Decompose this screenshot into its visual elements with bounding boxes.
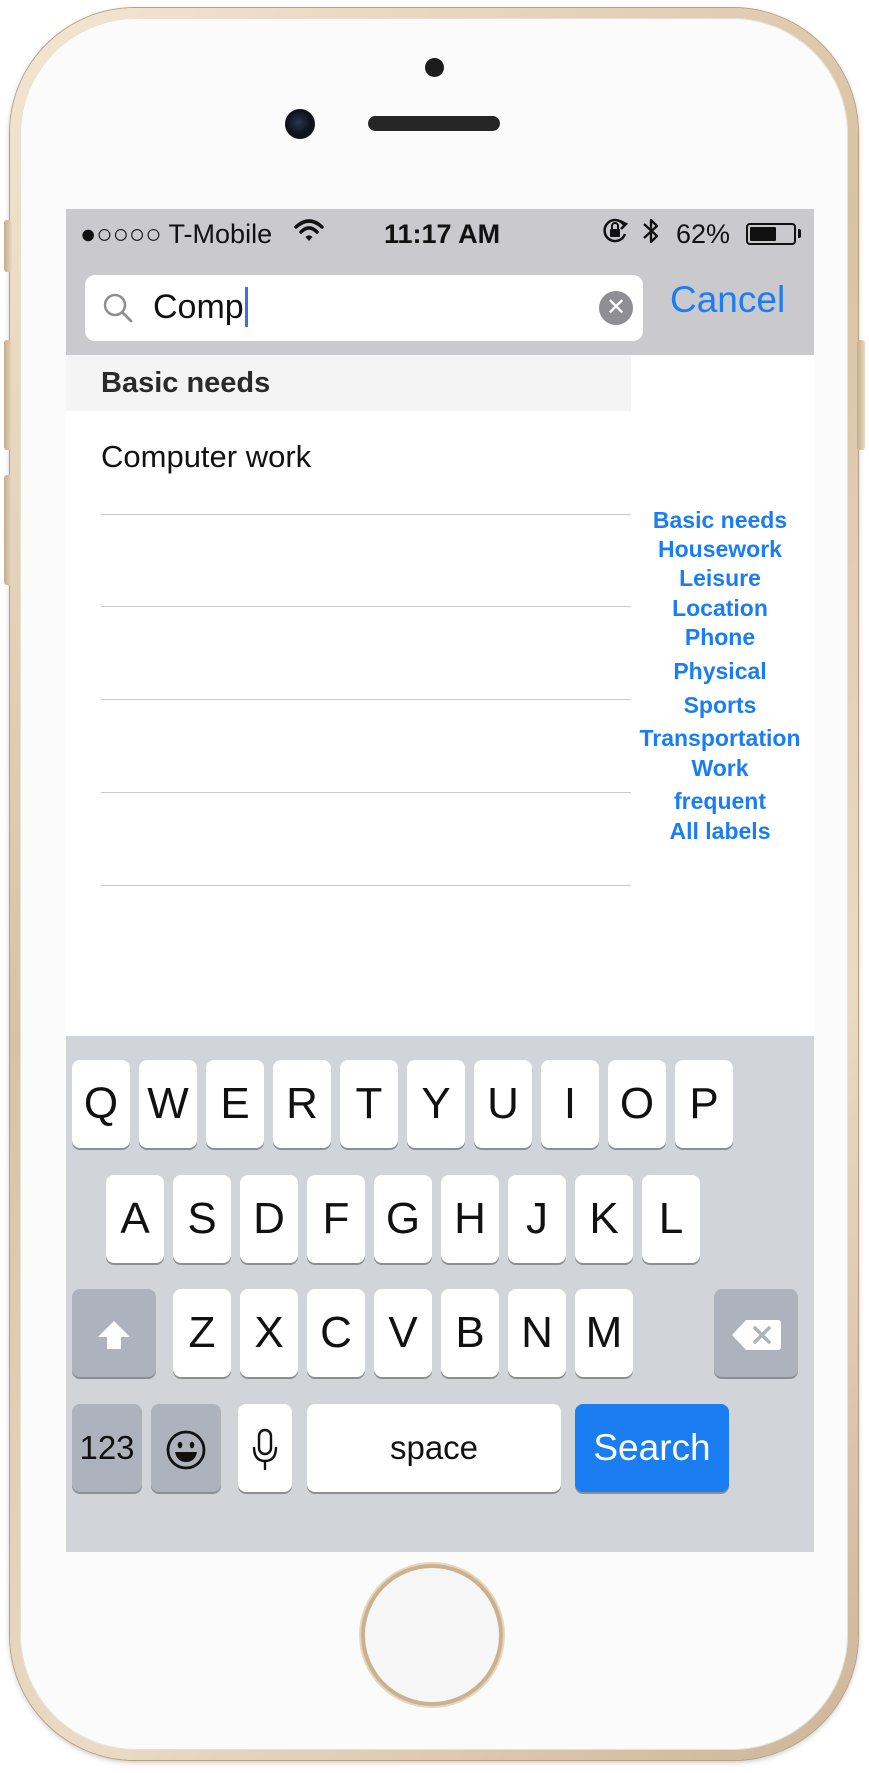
volume-down-button	[4, 475, 12, 585]
index-item[interactable]: Transportation	[626, 725, 814, 752]
key-l[interactable]: L	[642, 1175, 700, 1263]
text-cursor	[244, 287, 248, 327]
search-bar: Comp ✕ Cancel	[66, 259, 814, 355]
silent-switch	[4, 220, 12, 272]
index-item[interactable]: Leisure	[626, 565, 814, 592]
search-query: Comp	[153, 288, 244, 326]
power-button	[857, 340, 865, 450]
key-h[interactable]: H	[441, 1175, 499, 1263]
shift-key[interactable]	[72, 1289, 156, 1377]
home-button[interactable]	[365, 1568, 499, 1702]
microphone-icon	[251, 1423, 279, 1472]
rotation-lock-icon	[600, 215, 630, 254]
clock: 11:17 AM	[384, 219, 501, 249]
key-v[interactable]: V	[374, 1289, 432, 1377]
delete-key[interactable]	[714, 1289, 798, 1377]
proximity-sensor	[425, 58, 444, 77]
battery-nub	[798, 229, 801, 238]
battery-fill	[750, 227, 776, 241]
front-camera	[285, 109, 315, 139]
status-bar: ●○○○○ T-Mobile 11:17 AM 62%	[66, 209, 814, 259]
key-r[interactable]: R	[273, 1060, 331, 1148]
carrier-label: ●○○○○ T-Mobile	[80, 219, 273, 249]
clear-icon[interactable]: ✕	[599, 291, 633, 325]
numbers-key[interactable]: 123	[72, 1404, 142, 1492]
volume-up-button	[4, 340, 12, 450]
key-q[interactable]: Q	[72, 1060, 130, 1148]
search-input[interactable]: Comp ✕	[85, 275, 643, 341]
key-g[interactable]: G	[374, 1175, 432, 1263]
key-o[interactable]: O	[608, 1060, 666, 1148]
key-n[interactable]: N	[508, 1289, 566, 1377]
key-w[interactable]: W	[139, 1060, 197, 1148]
list-item[interactable]	[101, 700, 631, 793]
key-m[interactable]: M	[575, 1289, 633, 1377]
key-y[interactable]: Y	[407, 1060, 465, 1148]
bluetooth-icon	[640, 215, 662, 254]
list-item[interactable]: Computer work	[101, 411, 631, 515]
space-key[interactable]: space	[307, 1404, 561, 1492]
key-s[interactable]: S	[173, 1175, 231, 1263]
key-k[interactable]: K	[575, 1175, 633, 1263]
cancel-button[interactable]: Cancel	[670, 275, 785, 325]
emoji-icon	[165, 1423, 207, 1472]
key-j[interactable]: J	[508, 1175, 566, 1263]
section-header-label: Basic needs	[101, 367, 271, 399]
list-item[interactable]	[101, 515, 631, 607]
index-item[interactable]: All labels	[626, 818, 814, 845]
battery-percent: 62%	[676, 219, 731, 249]
delete-icon	[730, 1308, 782, 1357]
index-item[interactable]: Work	[626, 755, 814, 782]
key-i[interactable]: I	[541, 1060, 599, 1148]
wifi-icon	[294, 215, 324, 254]
battery-icon	[746, 223, 796, 245]
search-key[interactable]: Search	[575, 1404, 729, 1492]
key-b[interactable]: B	[441, 1289, 499, 1377]
key-z[interactable]: Z	[173, 1289, 231, 1377]
index-item[interactable]: Phone	[626, 624, 814, 651]
key-u[interactable]: U	[474, 1060, 532, 1148]
screen: ●○○○○ T-Mobile 11:17 AM 62% Comp ✕ Cance…	[66, 209, 814, 1552]
earpiece-speaker	[368, 116, 500, 131]
index-item[interactable]: Basic needs	[626, 507, 814, 534]
list-item[interactable]	[101, 793, 631, 886]
index-item[interactable]: Sports	[626, 692, 814, 719]
key-e[interactable]: E	[206, 1060, 264, 1148]
emoji-key[interactable]	[151, 1404, 221, 1492]
index-item[interactable]: frequent	[626, 788, 814, 815]
list-item[interactable]	[101, 607, 631, 700]
index-item[interactable]: Location	[626, 595, 814, 622]
search-icon	[101, 291, 135, 325]
key-d[interactable]: D	[240, 1175, 298, 1263]
list-item-label: Computer work	[101, 439, 312, 474]
index-item[interactable]: Physical	[626, 658, 814, 685]
index-item[interactable]: Housework	[626, 536, 814, 563]
key-a[interactable]: A	[106, 1175, 164, 1263]
key-p[interactable]: P	[675, 1060, 733, 1148]
key-x[interactable]: X	[240, 1289, 298, 1377]
key-f[interactable]: F	[307, 1175, 365, 1263]
keyboard: Q W E R T Y U I O P A S D F G H J K L Z …	[66, 1036, 814, 1552]
key-t[interactable]: T	[340, 1060, 398, 1148]
key-c[interactable]: C	[307, 1289, 365, 1377]
section-header: Basic needs	[66, 355, 631, 411]
shift-icon	[94, 1308, 134, 1357]
microphone-key[interactable]	[238, 1404, 292, 1492]
